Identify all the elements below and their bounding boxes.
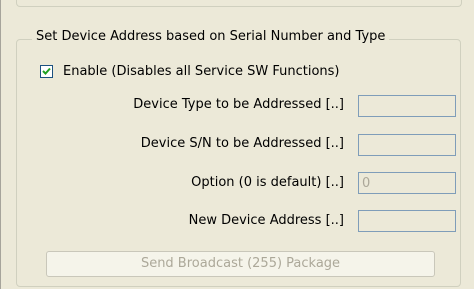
window-edge [0, 0, 1, 289]
new-device-address-label: New Device Address [..] [188, 213, 344, 228]
device-type-field[interactable] [358, 95, 456, 117]
new-device-address-field[interactable] [358, 210, 456, 232]
device-type-label: Device Type to be Addressed [..] [133, 97, 344, 112]
enable-label: Enable (Disables all Service SW Function… [63, 64, 340, 79]
option-field[interactable] [358, 172, 456, 194]
device-sn-field[interactable] [358, 134, 456, 156]
send-broadcast-button[interactable]: Send Broadcast (255) Package [46, 251, 435, 277]
device-sn-label: Device S/N to be Addressed [..] [140, 136, 344, 151]
groupbox-title: Set Device Address based on Serial Numbe… [32, 29, 390, 44]
checkmark-icon [42, 67, 51, 75]
previous-groupbox [16, 0, 462, 7]
option-label: Option (0 is default) [..] [191, 175, 344, 190]
enable-row[interactable]: Enable (Disables all Service SW Function… [40, 64, 340, 79]
enable-checkbox[interactable] [40, 65, 53, 78]
